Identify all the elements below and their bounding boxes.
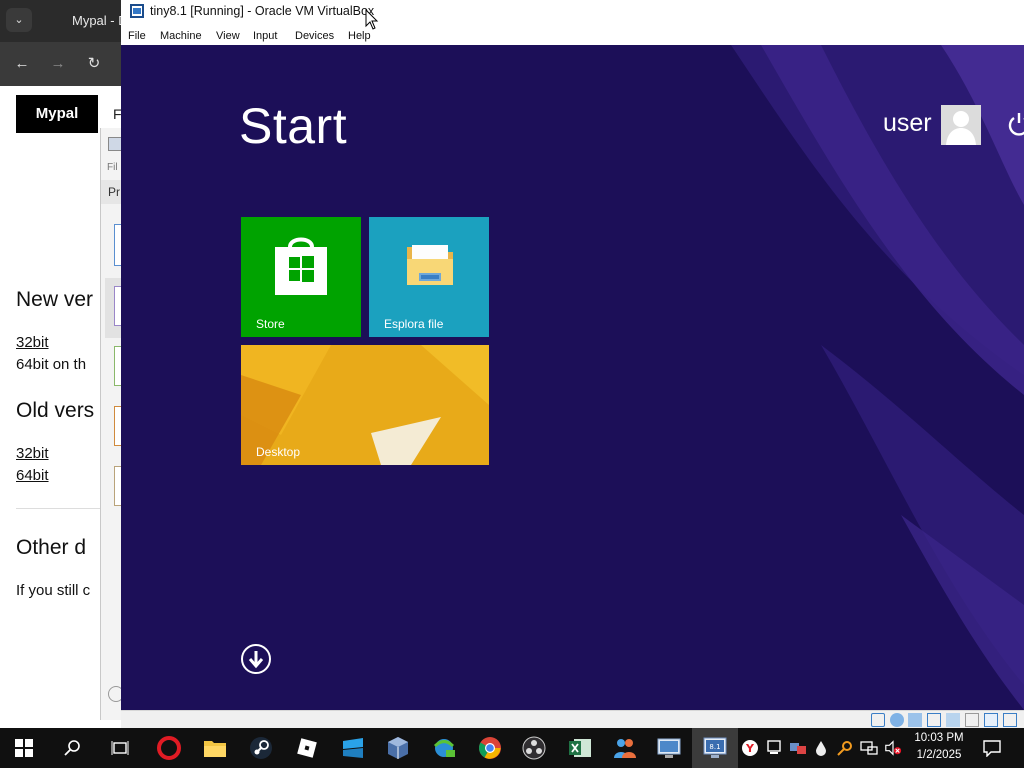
tile-desktop[interactable]: Desktop	[241, 345, 489, 465]
old-32bit-link[interactable]: 32bit	[16, 445, 49, 462]
key-icon[interactable]	[836, 738, 854, 758]
tile-store[interactable]: Store	[241, 217, 361, 337]
ethernet-icon[interactable]	[860, 738, 878, 758]
excel-icon[interactable]	[566, 734, 594, 762]
search-icon[interactable]	[58, 734, 86, 762]
power-icon[interactable]	[1007, 111, 1024, 137]
menu-input[interactable]: Input	[253, 30, 277, 42]
guest-display[interactable]: Start user Store Esplora file Desktop	[121, 45, 1024, 710]
tile-label: Esplora file	[384, 317, 444, 331]
body-text: If you still c	[16, 582, 91, 599]
virtualbox-icon[interactable]	[384, 734, 412, 762]
obs-icon[interactable]	[520, 734, 548, 762]
vbox-title-bar[interactable]: tiny8.1 [Running] - Oracle VM VirtualBox	[121, 0, 1024, 24]
hard-disk-icon[interactable]	[871, 713, 885, 727]
folder-icon	[407, 245, 453, 285]
app-tab-fragment[interactable]: Pr	[108, 185, 120, 199]
start-icon[interactable]	[10, 734, 38, 762]
reload-button[interactable]: ↻	[84, 54, 104, 74]
browser-tab-bar: ⌄ Mypal - D	[0, 0, 130, 42]
tile-label: Desktop	[256, 445, 301, 459]
menu-file[interactable]: File	[128, 30, 146, 42]
menu-help[interactable]: Help	[348, 30, 371, 42]
roblox-icon[interactable]	[293, 734, 321, 762]
browser-tab[interactable]: Mypal - D	[58, 6, 130, 36]
display-icon[interactable]	[984, 713, 998, 727]
new-64bit-text: 64bit on th	[16, 356, 87, 373]
clock-date[interactable]: 1/2/2025	[908, 749, 970, 761]
control-panel-icon[interactable]	[655, 734, 683, 762]
new-32bit-link[interactable]: 32bit	[16, 334, 49, 351]
menu-view[interactable]: View	[216, 30, 240, 42]
section-heading-new: New ver	[16, 288, 94, 311]
svg-text:Y: Y	[745, 742, 755, 755]
tab-list-menu-button[interactable]: ⌄	[6, 8, 32, 32]
task-view-icon[interactable]	[106, 734, 134, 762]
virtualbox-window: tiny8.1 [Running] - Oracle VM VirtualBox…	[121, 0, 1024, 728]
mouse-cursor	[365, 9, 379, 30]
old-64bit-link[interactable]: 64bit	[16, 467, 49, 484]
all-apps-arrow-icon[interactable]	[240, 643, 272, 675]
user-name[interactable]: user	[883, 109, 932, 138]
menu-machine[interactable]: Machine	[160, 30, 202, 42]
vbox-menu-bar: File Machine View Input Devices Help	[121, 26, 1024, 45]
app-icon[interactable]	[339, 734, 367, 762]
store-bag-icon	[275, 237, 327, 295]
site-logo[interactable]: Mypal	[16, 95, 98, 133]
tile-label: Store	[256, 317, 285, 331]
app-window-icon	[108, 137, 122, 151]
host-key-icon[interactable]	[1003, 713, 1017, 727]
display-tray-icon[interactable]	[765, 738, 783, 758]
virtualbox-vm-icon[interactable]: 8.1	[701, 734, 729, 762]
network-tray-icon[interactable]	[789, 738, 807, 758]
volume-muted-icon[interactable]	[884, 738, 902, 758]
file-explorer-icon[interactable]	[201, 734, 229, 762]
steam-icon[interactable]	[247, 734, 275, 762]
notification-center-icon[interactable]	[978, 734, 1006, 762]
virtualbox-app-icon	[130, 4, 144, 18]
water-drop-icon[interactable]	[812, 738, 830, 758]
windows-taskbar: 8.1 Y 10:03 PM 1/2/2025	[0, 728, 1024, 768]
people-icon[interactable]	[611, 734, 639, 762]
browser-nav-bar: ← → ↻	[0, 42, 130, 86]
forward-button[interactable]: →	[48, 54, 68, 74]
start-title: Start	[239, 98, 348, 154]
yandex-icon[interactable]: Y	[741, 738, 759, 758]
usb-icon[interactable]	[946, 713, 960, 727]
vbox-status-bar	[121, 710, 1024, 728]
audio-icon[interactable]	[908, 713, 922, 727]
chrome-icon[interactable]	[476, 734, 504, 762]
svg-text:8.1: 8.1	[709, 743, 720, 751]
shared-folders-icon[interactable]	[965, 713, 979, 727]
user-avatar-icon[interactable]	[941, 105, 981, 145]
section-heading-other: Other d	[16, 536, 87, 559]
menu-devices[interactable]: Devices	[295, 30, 334, 42]
vbox-title: tiny8.1 [Running] - Oracle VM VirtualBox	[150, 4, 375, 18]
section-heading-old: Old vers	[16, 399, 95, 422]
opera-icon[interactable]	[155, 734, 183, 762]
tile-file-explorer[interactable]: Esplora file	[369, 217, 489, 337]
app-menu-fragment[interactable]: Fil	[107, 162, 118, 173]
network-icon[interactable]	[430, 734, 458, 762]
clock-time[interactable]: 10:03 PM	[908, 732, 970, 744]
back-button[interactable]: ←	[12, 54, 32, 74]
optical-drive-icon[interactable]	[890, 713, 904, 727]
network-adapter-icon[interactable]	[927, 713, 941, 727]
